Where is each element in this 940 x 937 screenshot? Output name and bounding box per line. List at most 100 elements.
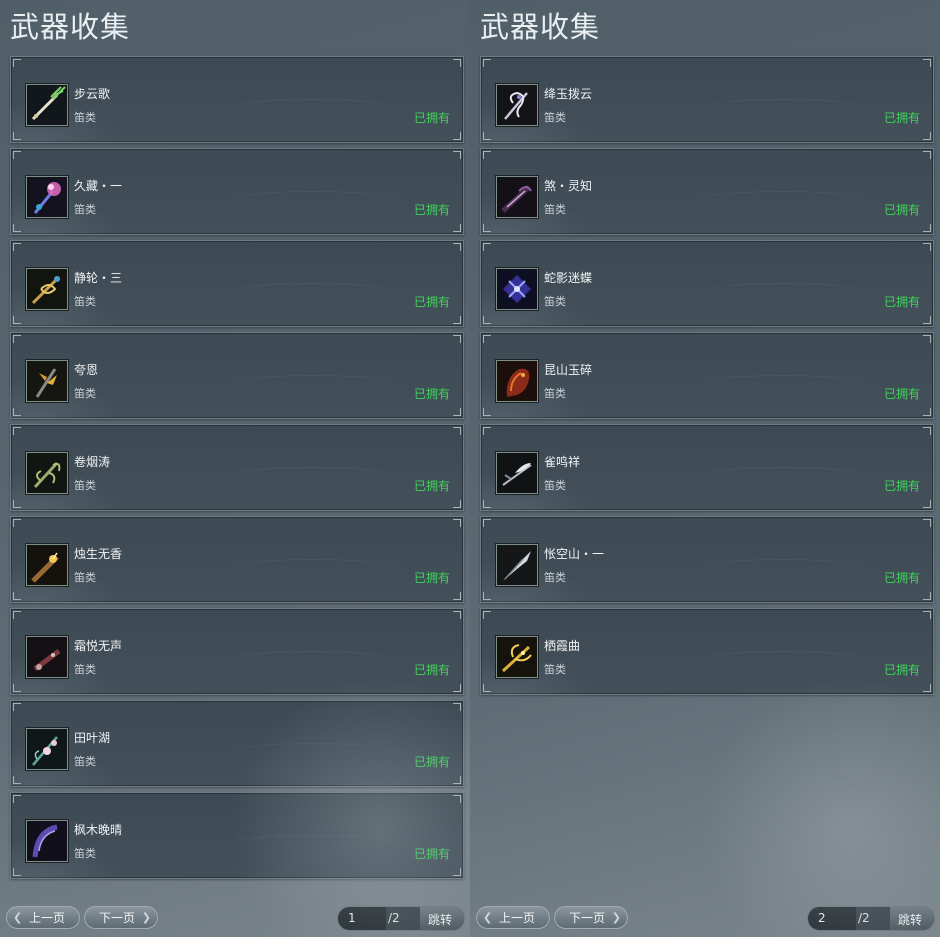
flute-gold-claw-icon — [26, 360, 68, 402]
owned-status: 已拥有 — [413, 387, 450, 401]
weapon-category: 笛类 — [544, 203, 566, 216]
flute-gold-dragon-icon — [26, 268, 68, 310]
weapon-name: 蛇影迷蝶 — [544, 271, 593, 285]
weapon-card[interactable]: 栖霞曲 笛类 已拥有 — [480, 608, 934, 695]
next-page-button[interactable]: 下一页 ❯ — [554, 906, 628, 929]
owned-status: 已拥有 — [413, 111, 450, 125]
weapon-category: 笛类 — [74, 111, 96, 124]
weapon-card[interactable]: 绛玉拨云 笛类 已拥有 — [480, 56, 934, 143]
flute-teal-lotus-icon — [26, 728, 68, 770]
weapon-card[interactable]: 煞・灵知 笛类 已拥有 — [480, 148, 934, 235]
owned-status: 已拥有 — [413, 755, 450, 769]
owned-status: 已拥有 — [883, 295, 920, 309]
next-page-label: 下一页 — [98, 911, 135, 925]
jump-button[interactable]: 跳转 — [420, 907, 464, 930]
owned-status: 已拥有 — [413, 295, 450, 309]
prev-page-label: 上一页 — [28, 911, 65, 925]
weapon-card[interactable]: 霜悦无声 笛类 已拥有 — [10, 608, 464, 695]
owned-status: 已拥有 — [883, 479, 920, 493]
weapon-category: 笛类 — [544, 663, 566, 676]
weapon-name: 霜悦无声 — [74, 639, 123, 653]
weapon-name: 昆山玉碎 — [544, 363, 593, 377]
weapon-name: 枫木晚晴 — [74, 823, 123, 837]
weapon-name: 栖霞曲 — [544, 639, 581, 653]
weapon-category: 笛类 — [74, 847, 96, 860]
owned-status: 已拥有 — [883, 111, 920, 125]
weapon-name: 静轮・三 — [74, 271, 123, 285]
weapon-name: 步云歌 — [74, 87, 111, 101]
flute-dark-purple-icon — [496, 176, 538, 218]
prev-page-button[interactable]: ❮ 上一页 — [6, 906, 80, 929]
flute-pink-blossom-icon — [26, 176, 68, 218]
weapon-category: 笛类 — [74, 295, 96, 308]
weapon-card[interactable]: 烛生无香 笛类 已拥有 — [10, 516, 464, 603]
page-jump-control: 2 /2 跳转 — [807, 906, 935, 931]
weapon-card[interactable]: 久藏・一 笛类 已拥有 — [10, 148, 464, 235]
next-page-label: 下一页 — [568, 911, 605, 925]
weapon-name: 久藏・一 — [74, 179, 123, 193]
weapon-card[interactable]: 静轮・三 笛类 已拥有 — [10, 240, 464, 327]
weapon-category: 笛类 — [74, 479, 96, 492]
weapon-name: 夸恩 — [74, 363, 99, 377]
weapon-card[interactable]: 蛇影迷蝶 笛类 已拥有 — [480, 240, 934, 327]
flute-bronze-candle-icon — [26, 544, 68, 586]
weapon-category: 笛类 — [74, 663, 96, 676]
prev-page-button[interactable]: ❮ 上一页 — [476, 906, 550, 929]
weapon-collection-panel-right: 武器收集 绛玉拨云 笛类 已拥有 煞・灵知 笛类 已拥有 蛇影迷蝶 笛类 已拥有… — [470, 0, 940, 937]
flute-silver-bird-icon — [496, 452, 538, 494]
page-total: /2 — [388, 911, 400, 925]
next-page-button[interactable]: 下一页 ❯ — [84, 906, 158, 929]
weapon-card[interactable]: 夸恩 笛类 已拥有 — [10, 332, 464, 419]
weapon-category: 笛类 — [74, 203, 96, 216]
weapon-name: 绛玉拨云 — [544, 87, 593, 101]
owned-status: 已拥有 — [883, 387, 920, 401]
weapon-category: 笛类 — [74, 755, 96, 768]
chevron-left-icon: ❮ — [483, 911, 493, 924]
prev-page-label: 上一页 — [498, 911, 535, 925]
owned-status: 已拥有 — [413, 479, 450, 493]
weapon-name: 田叶湖 — [74, 731, 111, 745]
owned-status: 已拥有 — [413, 847, 450, 861]
flute-green-leaf-icon — [26, 84, 68, 126]
weapon-card[interactable]: 步云歌 笛类 已拥有 — [10, 56, 464, 143]
weapon-collection-panel-left: 武器收集 步云歌 笛类 已拥有 久藏・一 笛类 已拥有 静轮・三 笛类 已拥有 … — [0, 0, 470, 937]
page-number-input[interactable]: 2 — [808, 907, 856, 930]
weapon-card[interactable]: 枫木晚晴 笛类 已拥有 — [10, 792, 464, 879]
flute-blue-butterfly-icon — [496, 268, 538, 310]
weapon-name: 雀鸣祥 — [544, 455, 581, 469]
page-number-input[interactable]: 1 — [338, 907, 386, 930]
weapon-card[interactable]: 田叶湖 笛类 已拥有 — [10, 700, 464, 787]
flute-gold-phoenix-icon — [496, 636, 538, 678]
flute-green-vine-icon — [26, 452, 68, 494]
owned-status: 已拥有 — [413, 571, 450, 585]
weapon-category: 笛类 — [544, 387, 566, 400]
weapon-category: 笛类 — [544, 111, 566, 124]
weapon-category: 笛类 — [74, 571, 96, 584]
weapon-name: 煞・灵知 — [544, 179, 593, 193]
weapon-card[interactable]: 雀鸣祥 笛类 已拥有 — [480, 424, 934, 511]
chevron-right-icon: ❯ — [611, 911, 621, 924]
owned-status: 已拥有 — [883, 663, 920, 677]
weapon-category: 笛类 — [544, 571, 566, 584]
page-jump-control: 1 /2 跳转 — [337, 906, 465, 931]
owned-status: 已拥有 — [883, 571, 920, 585]
weapon-category: 笛类 — [74, 387, 96, 400]
owned-status: 已拥有 — [413, 203, 450, 217]
weapon-card[interactable]: 卷烟涛 笛类 已拥有 — [10, 424, 464, 511]
jump-button[interactable]: 跳转 — [890, 907, 934, 930]
page-title: 武器收集 — [10, 10, 131, 44]
owned-status: 已拥有 — [413, 663, 450, 677]
flute-silver-blade-icon — [496, 544, 538, 586]
chevron-left-icon: ❮ — [13, 911, 23, 924]
flute-silver-spiral-icon — [496, 84, 538, 126]
flute-red-dragon-icon — [496, 360, 538, 402]
flute-purple-crescent-icon — [26, 820, 68, 862]
chevron-right-icon: ❯ — [141, 911, 151, 924]
weapon-category: 笛类 — [544, 479, 566, 492]
owned-status: 已拥有 — [883, 203, 920, 217]
flute-dark-red-icon — [26, 636, 68, 678]
weapon-card[interactable]: 昆山玉碎 笛类 已拥有 — [480, 332, 934, 419]
weapon-name: 烛生无香 — [74, 547, 123, 561]
weapon-category: 笛类 — [544, 295, 566, 308]
weapon-card[interactable]: 怅空山・一 笛类 已拥有 — [480, 516, 934, 603]
